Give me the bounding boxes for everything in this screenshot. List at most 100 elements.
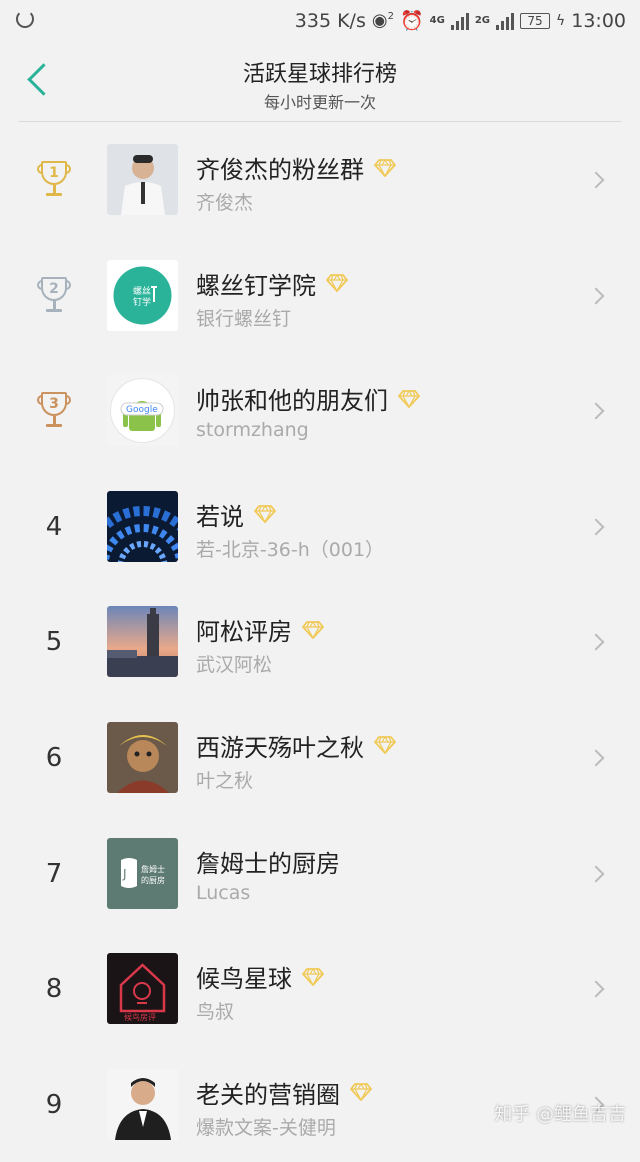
watermark: 知乎 @鲤鱼吉吉: [494, 1104, 626, 1125]
chevron-right-icon[interactable]: [587, 749, 605, 767]
chevron-right-icon[interactable]: [587, 287, 605, 305]
chevron-right-icon[interactable]: [587, 518, 605, 536]
trophy-icon: 3: [37, 392, 71, 430]
rank-indicator: 2: [28, 260, 80, 332]
planet-avatar: Google: [107, 375, 178, 447]
planet-owner: 鸟叔: [196, 1001, 235, 1024]
charging-icon: ϟ: [555, 12, 566, 29]
planet-name-line: 阿松评房: [196, 612, 324, 647]
planet-name: 詹姆士的厨房: [196, 849, 340, 878]
diamond-icon: [374, 736, 396, 755]
diamond-icon: [302, 620, 324, 639]
net-type-1: 4G: [429, 14, 445, 26]
hotspot-count: 2: [387, 11, 394, 22]
ranking-list: 1 齐俊杰的粉丝群 齐俊杰 2 螺丝 钉学 螺丝钉学院 银行螺丝钉 3 Google 帅张…: [0, 122, 640, 1162]
planet-owner: stormzhang: [196, 419, 309, 442]
rank-indicator: 4: [28, 491, 80, 563]
svg-text:詹姆士: 詹姆士: [141, 864, 165, 874]
chevron-right-icon[interactable]: [587, 402, 605, 420]
rank-number: 6: [45, 742, 63, 773]
chevron-right-icon[interactable]: [587, 171, 605, 189]
chevron-right-icon[interactable]: [587, 633, 605, 651]
trophy-icon: 2: [37, 276, 71, 315]
planet-name: 齐俊杰的粉丝群: [196, 156, 364, 184]
signal-icon-2: [495, 12, 514, 30]
planet-name-line: 螺丝钉学院: [196, 266, 348, 301]
ranking-row[interactable]: 6 西游天殇叶之秋叶之秋: [0, 700, 640, 816]
ranking-row[interactable]: 7 J 詹姆士 的厨房 詹姆士的厨房 Lucas: [0, 816, 640, 932]
svg-text:钉学: 钉学: [133, 296, 151, 308]
planet-name: 西游天殇叶之秋: [196, 733, 364, 762]
rank-indicator: 7: [28, 838, 80, 910]
rank-indicator: 5: [28, 606, 80, 678]
ranking-row[interactable]: 5 阿松评房武汉阿松: [0, 584, 640, 700]
ranking-row[interactable]: 2 螺丝 钉学 螺丝钉学院 银行螺丝钉: [0, 238, 640, 354]
diamond-icon: [374, 158, 396, 177]
planet-name: 候鸟星球: [196, 965, 292, 994]
planet-owner: 齐俊杰: [196, 192, 254, 214]
planet-owner: 爆款文案-关健明: [196, 1116, 336, 1139]
chevron-right-icon[interactable]: [587, 980, 605, 998]
ranking-row[interactable]: 4 若说若-北京-36-h（001）: [0, 469, 640, 585]
planet-avatar: [107, 721, 178, 793]
svg-text:螺丝: 螺丝: [133, 285, 151, 297]
status-bar: 335 K/s ◉2 ⏰ 4G 2G 75 ϟ 13:00: [0, 0, 640, 44]
planet-name-line: 齐俊杰的粉丝群: [196, 150, 396, 185]
rank-indicator: 3: [28, 375, 80, 447]
planet-avatar: [107, 144, 178, 215]
page-subtitle: 每小时更新一次: [263, 93, 376, 112]
planet-name-line: 詹姆士的厨房: [196, 844, 340, 879]
planet-name-line: 西游天殇叶之秋: [196, 728, 396, 763]
planet-name: 老关的营销圈: [196, 1080, 340, 1109]
planet-name-line: 候鸟星球: [196, 959, 324, 994]
chevron-right-icon[interactable]: [587, 865, 605, 883]
diamond-icon: [350, 1083, 372, 1102]
planet-avatar: 候鸟房评: [107, 953, 178, 1025]
planet-avatar: [107, 490, 178, 562]
loading-icon: [16, 10, 34, 28]
rank-indicator: 9: [28, 1069, 80, 1141]
diamond-icon: [302, 967, 324, 986]
svg-text:Google: Google: [126, 405, 158, 415]
page-header: 活跃星球排行榜 每小时更新一次: [0, 44, 640, 122]
planet-name-line: 老关的营销圈: [196, 1075, 372, 1110]
ranking-row[interactable]: 1 齐俊杰的粉丝群齐俊杰: [0, 122, 640, 238]
planet-owner: Lucas: [196, 881, 251, 904]
ranking-row[interactable]: 3 Google 帅张和他的朋友们 stormzhang: [0, 353, 640, 469]
rank-indicator: 8: [28, 953, 80, 1025]
svg-text:J: J: [122, 867, 127, 881]
rank-number: 7: [45, 858, 63, 889]
rank-indicator: 6: [28, 722, 80, 794]
trophy-rank-number: 1: [41, 161, 67, 185]
svg-text:候鸟房评: 候鸟房评: [124, 1012, 156, 1022]
planet-avatar: J 詹姆士 的厨房: [107, 837, 178, 909]
network-speed: 335 K/s: [294, 9, 366, 32]
ranking-row[interactable]: 8 候鸟房评 候鸟星球鸟叔: [0, 931, 640, 1047]
clock: 13:00: [571, 9, 626, 32]
planet-owner: 叶之秋: [196, 769, 254, 792]
battery-level: 75: [527, 13, 543, 28]
planet-name: 若说: [196, 502, 244, 531]
diamond-icon: [398, 389, 420, 408]
rank-number: 8: [45, 974, 63, 1005]
rank-indicator: 1: [28, 144, 80, 216]
rank-number: 5: [45, 627, 63, 658]
diamond-icon: [254, 505, 276, 524]
svg-text:的厨房: 的厨房: [141, 875, 165, 885]
planet-owner: 若-北京-36-h（001）: [196, 538, 385, 561]
hotspot-icon: ◉2: [371, 10, 394, 31]
planet-name-line: 帅张和他的朋友们: [196, 381, 420, 416]
alarm-icon: ⏰: [399, 10, 424, 32]
planet-name: 螺丝钉学院: [196, 271, 316, 300]
planet-owner: 武汉阿松: [196, 654, 273, 677]
status-icons: 335 K/s ◉2 ⏰ 4G 2G 75 ϟ 13:00: [294, 9, 626, 33]
net-type-2: 2G: [474, 14, 490, 26]
signal-icon-1: [450, 12, 469, 30]
planet-avatar: [107, 1068, 178, 1140]
planet-avatar: 螺丝 钉学: [107, 259, 178, 331]
page-title: 活跃星球排行榜: [242, 62, 397, 87]
planet-name: 阿松评房: [196, 618, 292, 647]
diamond-icon: [326, 274, 348, 293]
rank-number: 4: [45, 511, 63, 542]
trophy-rank-number: 3: [41, 392, 67, 417]
